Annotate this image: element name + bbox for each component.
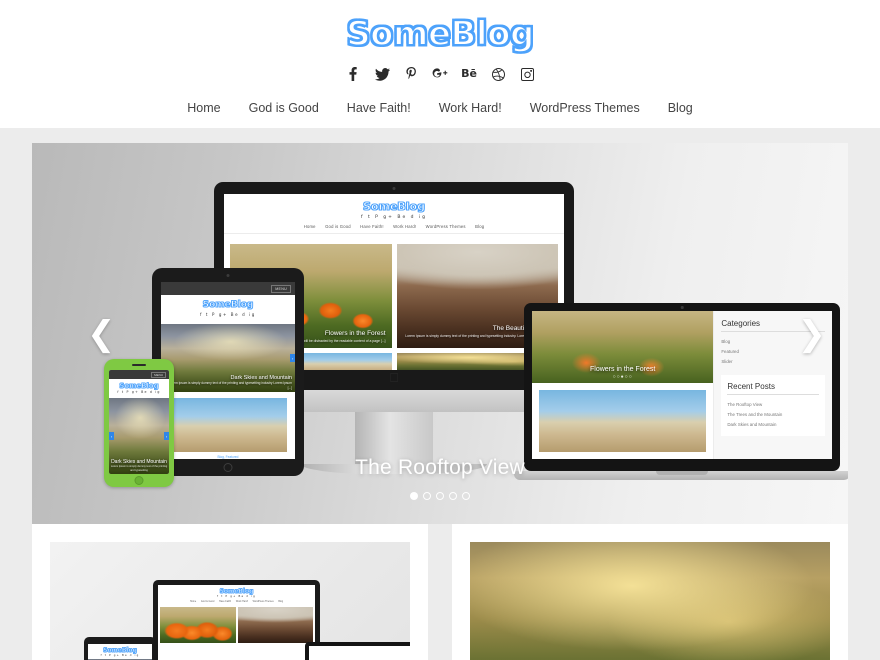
category-item: Slider [721,358,733,364]
slider-prev-arrow-icon[interactable]: ❮ [87,317,116,351]
card-nav-1: God is Good [200,600,215,603]
slider-pagination [32,492,848,500]
card-imac-mockup: SomeBlog f t P g+ Be d ig Home God is Go… [153,580,320,660]
iphone-prev-arrow-icon: ‹ [109,432,114,440]
hero-slider[interactable]: SomeBlog f t P g+ Be d ig Home God is Go… [32,143,848,524]
imac-nav-4: WordPress Themes [425,224,466,229]
instagram-icon[interactable] [519,66,535,82]
widget-recent-posts: Recent Posts The Rooftop View The Trees … [721,375,825,436]
slider-dot-3[interactable] [436,492,444,500]
recent-post-item: Dark Skies and Mountain [727,421,777,427]
card-laptop-mockup [305,642,410,660]
recent-post-item: The Rooftop View [727,401,763,407]
card-ipad-mockup: SomeBlog f t P g+ Be d ig [84,637,156,660]
card-ipad-social: f t P g+ Be d ig [100,654,140,657]
posts-row: SomeBlog f t P g+ Be d ig SomeBlog f t P… [0,524,880,660]
imac-nav-2: Have Faith! [360,224,384,229]
ipad-mini-logo: SomeBlog [202,300,254,311]
slider-dot-4[interactable] [449,492,457,500]
ipad-card-image [169,398,287,452]
ipad-screen: MENU SomeBlog f t P g+ Be d ig › Dark Sk… [161,282,295,459]
nav-item-have-faith[interactable]: Have Faith! [333,99,425,117]
iphone-mini-logo: SomeBlog [119,382,159,391]
ipad-mini-social: f t P g+ Be d ig [200,312,256,317]
imac-nav-1: God is Good [325,224,351,229]
imac-nav-5: Blog [475,224,485,229]
card-nav-0: Home [189,600,197,603]
post-thumbnail-devices: SomeBlog f t P g+ Be d ig SomeBlog f t P… [50,542,410,660]
post-card-devices[interactable]: SomeBlog f t P g+ Be d ig SomeBlog f t P… [32,524,428,660]
imac-nav-0: Home [303,224,316,229]
macbook-hero-image: Flowers in the Forest ○○●○○ [532,311,714,383]
imac-camera-icon [392,187,396,190]
ipad-menu-button: MENU [271,284,291,293]
facebook-icon[interactable] [345,66,361,82]
ipad-hero-image: › Dark Skies and Mountain Lorem Ipsum is… [161,324,295,392]
slider-caption: The Rooftop View [355,456,525,479]
dribbble-icon[interactable] [490,66,506,82]
hero-section: SomeBlog f t P g+ Be d ig Home God is Go… [0,128,880,524]
apple-logo-icon:  [389,371,399,384]
card-nav-2: Have Faith! [219,600,232,603]
macbook-camera-icon [680,306,684,309]
imac-mini-logo: SomeBlog [363,200,426,214]
card-imac-tile-b [237,607,313,643]
card-imac-logo: SomeBlog [219,588,254,596]
twitter-icon[interactable] [374,66,390,82]
imac-nav-3: Work Hard! [393,224,417,229]
iphone-mini-social: f t P g+ Be d ig [117,390,161,394]
post-thumbnail-landscape [470,542,830,660]
slider-dot-5[interactable] [462,492,470,500]
macbook-mockup: Flowers in the Forest ○○●○○ Categories B… [514,303,848,480]
nav-item-home[interactable]: Home [173,99,234,117]
iphone-speaker [132,364,146,366]
iphone-next-arrow-icon: › [164,432,169,440]
main-navigation: Home God is Good Have Faith! Work Hard! … [0,99,880,117]
widget-recent-posts-list: The Rooftop View The Trees and the Mount… [727,399,819,429]
card-imac-tile-a [160,607,236,643]
slider-dot-1[interactable] [410,492,418,500]
pinterest-icon[interactable] [403,66,419,82]
ipad-camera-icon [226,274,230,277]
nav-item-god-is-good[interactable]: God is Good [235,99,333,117]
behance-icon[interactable]: Bē [461,66,477,82]
site-logo[interactable]: SomeBlog [345,13,535,55]
imac-mini-nav: Home God is Good Have Faith! Work Hard! … [224,224,564,229]
card-nav-4: WordPress Themes [252,600,274,603]
ipad-mockup: MENU SomeBlog f t P g+ Be d ig › Dark Sk… [152,268,304,476]
recent-post-item: The Trees and the Mountain [727,411,783,417]
nav-item-blog[interactable]: Blog [654,99,707,117]
card-imac-nav: Home God is Good Have Faith! Work Hard! … [158,600,315,603]
post-card-landscape[interactable] [452,524,848,660]
macbook-post-image [539,390,707,452]
site-header: SomeBlog Bē Home God is Good Have Faith!… [0,0,880,128]
iphone-menu-button: MENU [151,371,166,378]
widget-recent-posts-title: Recent Posts [727,382,819,395]
ipad-hero-excerpt: Lorem Ipsum is simply dummy text of the … [168,381,292,390]
nav-item-wordpress-themes[interactable]: WordPress Themes [516,99,654,117]
card-nav-3: Work Hard! [235,600,248,603]
macbook-hero-title: Flowers in the Forest [590,366,656,373]
macbook-hero-dots: ○○●○○ [612,374,633,380]
card-nav-5: Blog [278,600,284,603]
imac-mini-social: f t P g+ Be d ig [360,215,428,220]
card-ipad-logo: SomeBlog [103,647,137,655]
google-plus-icon[interactable] [432,66,448,82]
social-links: Bē [0,65,880,83]
slider-dot-2[interactable] [423,492,431,500]
nav-item-work-hard[interactable]: Work Hard! [425,99,516,117]
card-imac-social: f t P g+ Be d ig [217,595,256,598]
ipad-next-arrow-icon: › [290,354,295,362]
macbook-screen: Flowers in the Forest ○○●○○ Categories B… [532,311,832,459]
slider-next-arrow-icon[interactable]: ❯ [798,317,827,351]
